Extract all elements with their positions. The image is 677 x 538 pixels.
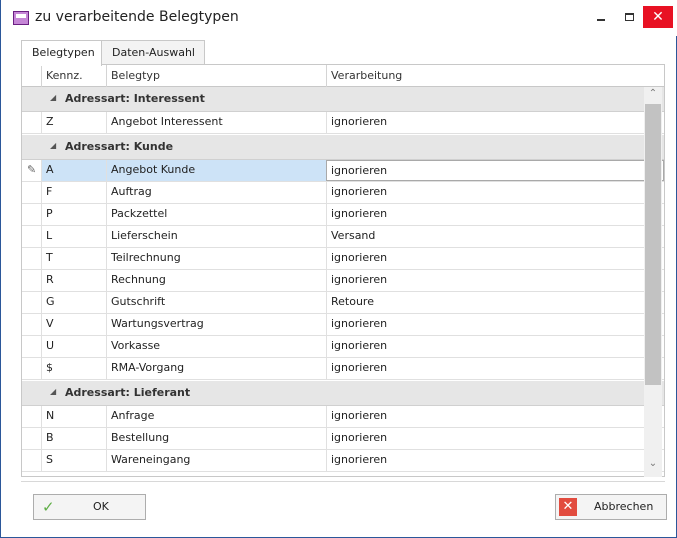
cell-verarbeitung[interactable]: ignorieren [326, 428, 664, 449]
table-row[interactable]: T Teilrechnung ignorieren [22, 248, 664, 270]
close-icon: ✕ [652, 9, 664, 25]
cell-verarbeitung[interactable]: Versand [326, 226, 664, 247]
scrollbar-thumb[interactable] [645, 104, 661, 385]
cell-kennz: S [41, 450, 106, 471]
tab-daten-auswahl[interactable]: Daten-Auswahl [101, 40, 205, 65]
cell-verarbeitung[interactable]: ignorieren [326, 112, 664, 133]
cell-kennz: F [41, 182, 106, 203]
table-row[interactable]: L Lieferschein Versand [22, 226, 664, 248]
cell-kennz: Z [41, 112, 106, 133]
table-row[interactable]: F Auftrag ignorieren [22, 182, 664, 204]
cell-verarbeitung[interactable]: ignorieren [326, 314, 664, 335]
vertical-scrollbar[interactable]: ⌃ ⌄ [644, 87, 662, 477]
grid-header: Kennz. Belegtyp Verarbeitung [22, 65, 664, 87]
cell-belegtyp: Angebot Interessent [106, 112, 326, 133]
cell-belegtyp: Packzettel [106, 204, 326, 225]
window-title: zu verarbeitende Belegtypen [35, 9, 239, 25]
group-label: Adressart: Lieferant [65, 386, 191, 399]
checkmark-icon: ✓ [42, 498, 55, 516]
collapse-arrow-icon[interactable]: ◢ [50, 93, 56, 102]
table-row[interactable]: S Wareneingang ignorieren [22, 450, 664, 472]
cell-belegtyp: Gutschrift [106, 292, 326, 313]
cell-verarbeitung[interactable]: ignorieren [326, 270, 664, 291]
cell-verarbeitung[interactable]: ignorieren [326, 358, 664, 379]
table-row[interactable]: N Anfrage ignorieren [22, 406, 664, 428]
belegtypen-grid[interactable]: Kennz. Belegtyp Verarbeitung ◢ Adressart… [21, 65, 665, 477]
cell-verarbeitung[interactable]: ignorieren [326, 336, 664, 357]
combobox-value: ignorieren [331, 164, 388, 177]
maximize-button[interactable] [615, 6, 643, 28]
group-row-lieferant[interactable]: ◢ Adressart: Lieferant [22, 381, 664, 406]
table-row-selected[interactable]: ✎ A Angebot Kunde ignorieren ⌄ [22, 160, 664, 182]
cell-kennz: L [41, 226, 106, 247]
table-row[interactable]: P Packzettel ignorieren [22, 204, 664, 226]
cell-kennz: U [41, 336, 106, 357]
cell-kennz: B [41, 428, 106, 449]
close-button[interactable]: ✕ [643, 6, 673, 28]
cell-kennz: G [41, 292, 106, 313]
table-row[interactable]: $ RMA-Vorgang ignorieren [22, 358, 664, 380]
table-row[interactable]: Z Angebot Interessent ignorieren [22, 112, 664, 134]
scroll-down-icon[interactable]: ⌄ [644, 458, 662, 469]
group-label: Adressart: Kunde [65, 140, 174, 153]
column-header-kennz[interactable]: Kennz. [41, 65, 106, 87]
cancel-button[interactable]: ✕ Abbrechen [555, 494, 667, 520]
cell-kennz: T [41, 248, 106, 269]
collapse-arrow-icon[interactable]: ◢ [50, 141, 56, 150]
group-row-kunde[interactable]: ◢ Adressart: Kunde [22, 135, 664, 160]
cell-verarbeitung[interactable]: ignorieren [326, 204, 664, 225]
maximize-icon [625, 13, 634, 21]
column-header-belegtyp[interactable]: Belegtyp [106, 65, 326, 87]
app-window-icon [13, 11, 29, 25]
ok-button[interactable]: ✓ OK [33, 494, 146, 520]
cell-kennz: R [41, 270, 106, 291]
minimize-button[interactable] [587, 6, 615, 28]
cell-kennz: P [41, 204, 106, 225]
group-label: Adressart: Interessent [65, 92, 205, 105]
verarbeitung-combobox[interactable]: ignorieren ⌄ [326, 160, 664, 181]
cell-belegtyp: RMA-Vorgang [106, 358, 326, 379]
edit-pencil-icon: ✎ [27, 163, 37, 176]
cell-belegtyp: Vorkasse [106, 336, 326, 357]
tab-belegtypen[interactable]: Belegtypen [21, 40, 102, 66]
cell-kennz: N [41, 406, 106, 427]
cell-kennz: A [41, 160, 106, 181]
cancel-button-label: Abbrechen [594, 500, 654, 513]
title-bar: zu verarbeitende Belegtypen ✕ [1, 0, 677, 36]
cell-verarbeitung[interactable]: ignorieren [326, 182, 664, 203]
cell-verarbeitung[interactable]: ignorieren [326, 406, 664, 427]
ok-button-label: OK [93, 500, 109, 513]
cell-belegtyp: Auftrag [106, 182, 326, 203]
cell-verarbeitung[interactable]: ignorieren [326, 248, 664, 269]
tab-strip: Belegtypen Daten-Auswahl [21, 40, 671, 66]
cell-belegtyp: Wartungsvertrag [106, 314, 326, 335]
cell-verarbeitung[interactable]: ignorieren [326, 450, 664, 471]
cell-belegtyp: Wareneingang [106, 450, 326, 471]
cell-belegtyp: Bestellung [106, 428, 326, 449]
scroll-up-icon[interactable]: ⌃ [644, 88, 662, 99]
table-row[interactable]: B Bestellung ignorieren [22, 428, 664, 450]
group-row-interessent[interactable]: ◢ Adressart: Interessent [22, 87, 664, 112]
dialog-window: zu verarbeitende Belegtypen ✕ Belegtypen… [0, 0, 677, 538]
minimize-icon [597, 19, 605, 21]
cell-belegtyp: Rechnung [106, 270, 326, 291]
collapse-arrow-icon[interactable]: ◢ [50, 387, 56, 396]
cancel-x-icon: ✕ [559, 498, 577, 516]
cell-verarbeitung[interactable]: Retoure [326, 292, 664, 313]
table-row[interactable]: U Vorkasse ignorieren [22, 336, 664, 358]
footer-divider [21, 481, 665, 482]
cell-kennz: $ [41, 358, 106, 379]
column-header-verarbeitung[interactable]: Verarbeitung [326, 65, 664, 87]
cell-belegtyp: Anfrage [106, 406, 326, 427]
cell-belegtyp: Teilrechnung [106, 248, 326, 269]
cell-belegtyp: Lieferschein [106, 226, 326, 247]
cell-belegtyp: Angebot Kunde [106, 160, 326, 181]
table-row[interactable]: R Rechnung ignorieren [22, 270, 664, 292]
cell-kennz: V [41, 314, 106, 335]
table-row[interactable]: G Gutschrift Retoure [22, 292, 664, 314]
table-row[interactable]: V Wartungsvertrag ignorieren [22, 314, 664, 336]
